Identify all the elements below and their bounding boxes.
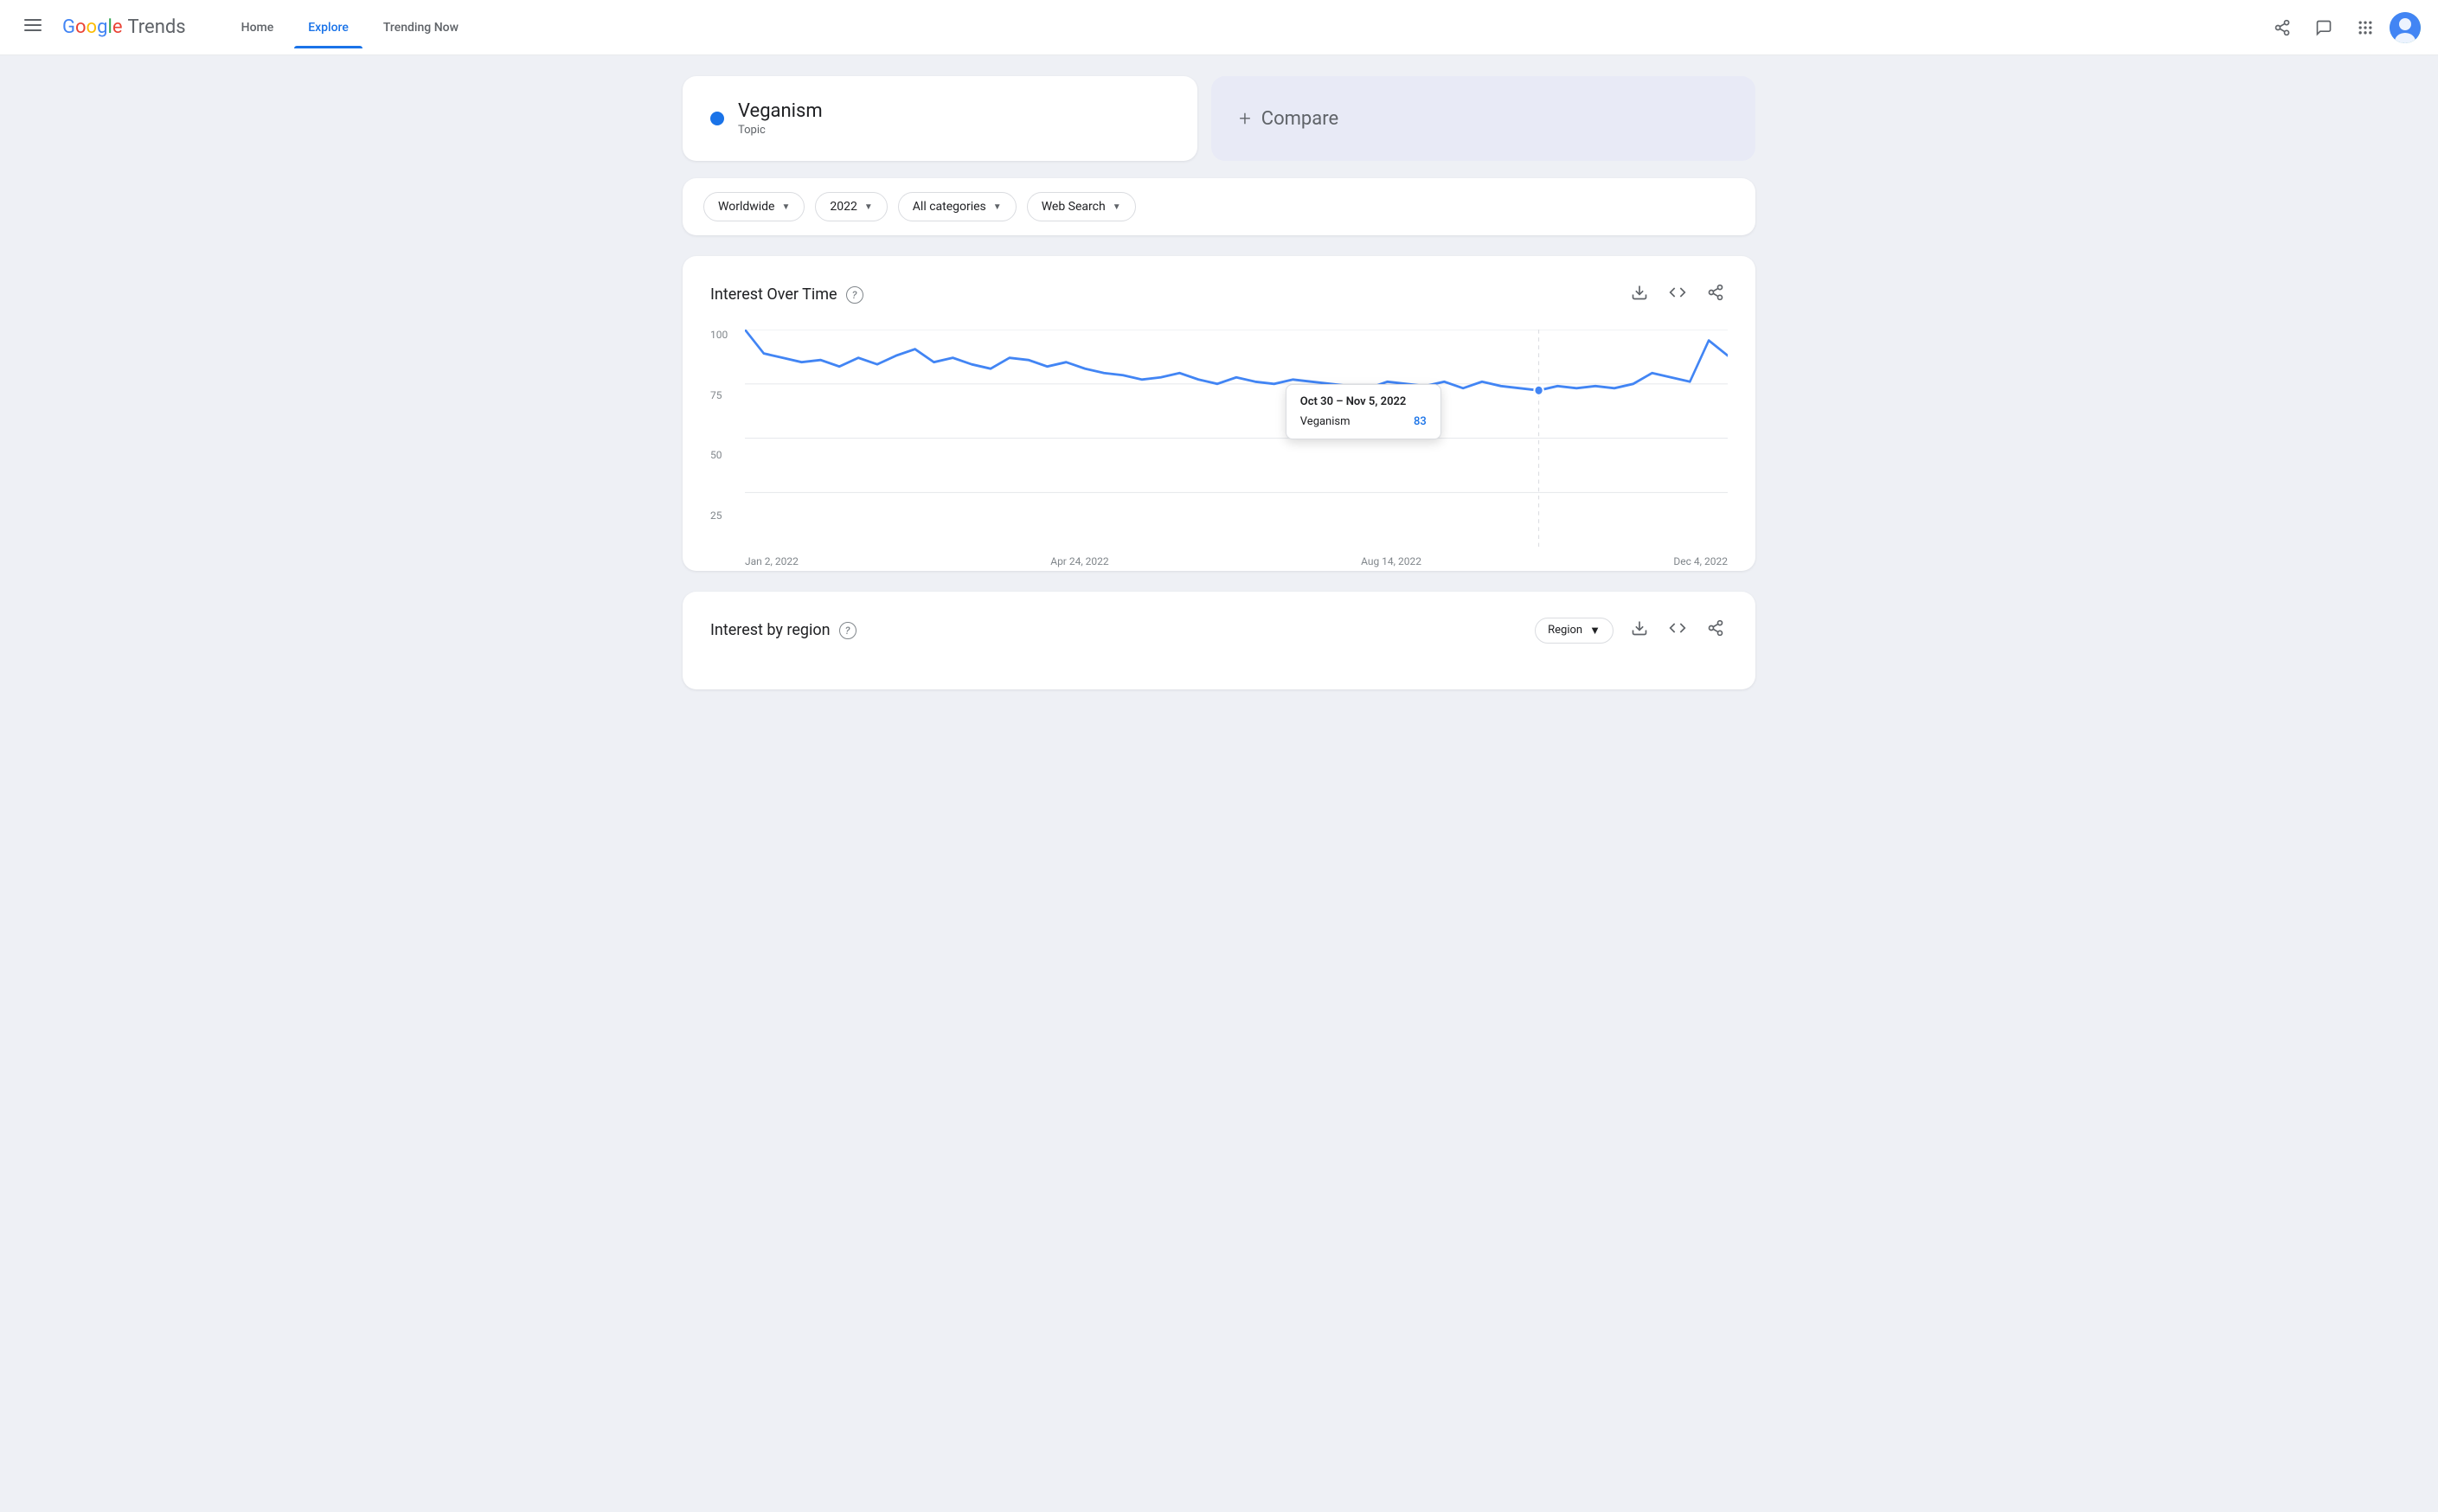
x-label-apr: Apr 24, 2022	[1050, 555, 1108, 567]
chart-help-icon[interactable]: ?	[846, 286, 863, 304]
nav-home[interactable]: Home	[228, 14, 288, 42]
topic-info: Veganism Topic	[738, 100, 823, 137]
embed-icon[interactable]	[1665, 280, 1690, 309]
region-selector-button[interactable]: Region ▼	[1535, 618, 1614, 644]
nav-explore[interactable]: Explore	[294, 14, 362, 42]
category-filter[interactable]: All categories ▼	[898, 192, 1017, 221]
region-embed-icon[interactable]	[1665, 616, 1690, 644]
x-label-dec: Dec 4, 2022	[1673, 555, 1728, 567]
chart-svg	[745, 330, 1728, 547]
category-filter-chevron: ▼	[993, 202, 1002, 212]
x-label-jan: Jan 2, 2022	[745, 555, 799, 567]
topic-card: Veganism Topic	[683, 76, 1197, 161]
share-chart-icon[interactable]	[1703, 280, 1728, 309]
region-download-icon[interactable]	[1627, 616, 1652, 644]
region-filter-label: Worldwide	[718, 200, 774, 214]
main-content: Veganism Topic + Compare Worldwide ▼ 202…	[613, 55, 1825, 710]
region-selector-label: Region	[1548, 624, 1582, 637]
header: Google Trends Home Explore Trending Now	[0, 0, 2438, 55]
chart-plot: Oct 30 – Nov 5, 2022 Veganism 83 Jan 2, …	[745, 330, 1728, 547]
region-selector-chevron: ▼	[1589, 624, 1601, 637]
interest-by-region-card: Interest by region ? Region ▼	[683, 592, 1755, 689]
y-label-50: 50	[710, 450, 745, 460]
search-type-filter-label: Web Search	[1042, 200, 1106, 214]
google-wordmark: Google	[62, 16, 122, 38]
region-card-actions: Region ▼	[1535, 616, 1728, 644]
trends-wordmark: Trends	[127, 16, 185, 38]
apps-grid-icon[interactable]	[2348, 10, 2383, 45]
nav-trending-now[interactable]: Trending Now	[369, 14, 472, 42]
year-filter-chevron: ▼	[864, 202, 873, 212]
category-filter-label: All categories	[913, 200, 986, 214]
search-type-filter-chevron: ▼	[1113, 202, 1121, 212]
feedback-icon[interactable]	[2306, 10, 2341, 45]
year-filter[interactable]: 2022 ▼	[815, 192, 887, 221]
chart-header: Interest Over Time ?	[710, 280, 1728, 309]
google-trends-logo: Google Trends	[62, 16, 186, 38]
main-nav: Home Explore Trending Now	[228, 14, 472, 42]
region-title-row: Interest by region ?	[710, 621, 857, 639]
share-icon[interactable]	[2265, 10, 2300, 45]
chart-title: Interest Over Time	[710, 285, 837, 304]
topic-type: Topic	[738, 124, 823, 137]
interest-over-time-card: Interest Over Time ?	[683, 256, 1755, 571]
region-help-icon[interactable]: ?	[839, 622, 857, 639]
x-label-aug: Aug 14, 2022	[1361, 555, 1421, 567]
x-axis: Jan 2, 2022 Apr 24, 2022 Aug 14, 2022 De…	[745, 550, 1728, 567]
year-filter-label: 2022	[830, 200, 857, 214]
compare-card[interactable]: + Compare	[1211, 76, 1755, 161]
y-label-100: 100	[710, 330, 745, 340]
y-label-75: 75	[710, 390, 745, 400]
compare-label: Compare	[1261, 108, 1338, 130]
y-axis: 100 75 50 25	[710, 330, 745, 547]
topic-name: Veganism	[738, 100, 823, 122]
region-filter[interactable]: Worldwide ▼	[703, 192, 805, 221]
avatar[interactable]	[2390, 12, 2421, 43]
search-type-filter[interactable]: Web Search ▼	[1027, 192, 1136, 221]
chart-actions	[1627, 280, 1728, 309]
header-right	[2265, 10, 2421, 45]
region-card-header: Interest by region ? Region ▼	[710, 616, 1728, 644]
header-left: Google Trends Home Explore Trending Now	[17, 10, 2265, 45]
filters-bar: Worldwide ▼ 2022 ▼ All categories ▼ Web …	[683, 178, 1755, 235]
region-card-title: Interest by region	[710, 621, 831, 639]
download-icon[interactable]	[1627, 280, 1652, 309]
topic-dot	[710, 112, 724, 125]
search-section: Veganism Topic + Compare	[683, 76, 1755, 161]
chart-title-row: Interest Over Time ?	[710, 285, 863, 304]
y-label-25: 25	[710, 510, 745, 521]
region-share-icon[interactable]	[1703, 616, 1728, 644]
compare-plus-icon: +	[1239, 106, 1251, 131]
region-filter-chevron: ▼	[781, 202, 790, 212]
hamburger-menu-icon[interactable]	[17, 10, 48, 45]
chart-area: 100 75 50 25	[710, 330, 1728, 547]
